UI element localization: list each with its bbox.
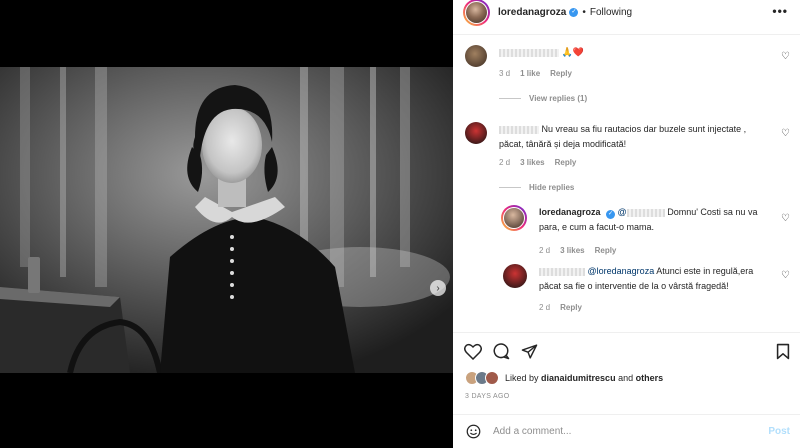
liked-by-label: Liked by bbox=[505, 373, 539, 383]
save-bookmark-icon[interactable] bbox=[773, 341, 793, 361]
reply-author-avatar[interactable] bbox=[501, 205, 527, 231]
likes-summary: Liked by dianaidumitrescu and others bbox=[465, 371, 663, 385]
author-avatar[interactable] bbox=[463, 0, 490, 26]
comment-likes[interactable]: 1 like bbox=[520, 69, 540, 78]
comment-bubble-icon[interactable] bbox=[491, 341, 511, 361]
reply-author-avatar[interactable] bbox=[503, 264, 527, 288]
comment-text: 🙏❤️ bbox=[499, 45, 769, 60]
comment-like-icon[interactable]: ♡ bbox=[781, 51, 790, 62]
post-header: loredanagroza ✓ • Following ••• bbox=[453, 0, 800, 26]
reply-mention[interactable]: @loredanagroza bbox=[588, 266, 655, 276]
comment-meta: 3 d 1 like Reply bbox=[499, 69, 572, 78]
commenter-avatar[interactable] bbox=[465, 45, 487, 67]
verified-badge-icon: ✓ bbox=[569, 8, 579, 17]
reply-like-icon[interactable]: ♡ bbox=[781, 213, 790, 224]
photo-illustration bbox=[0, 67, 453, 373]
liker-avatars[interactable] bbox=[465, 371, 499, 385]
reply-meta: 2 d Reply bbox=[539, 303, 582, 312]
carousel-next-icon[interactable]: › bbox=[430, 280, 446, 296]
commenter-username[interactable] bbox=[499, 48, 559, 57]
header-separator: • bbox=[582, 7, 586, 18]
reply-age: 2 d bbox=[539, 246, 551, 255]
reply-like-icon[interactable]: ♡ bbox=[781, 270, 790, 281]
reply-button[interactable]: Reply bbox=[595, 246, 617, 255]
liker-username[interactable]: dianaidumitrescu bbox=[541, 373, 616, 383]
reply-button[interactable]: Reply bbox=[555, 158, 577, 167]
reply-username[interactable]: loredanagroza bbox=[539, 207, 601, 217]
reply-likes[interactable]: 3 likes bbox=[560, 246, 584, 255]
post-photo[interactable]: › bbox=[0, 67, 453, 373]
reply-text: @loredanagroza Atunci este in regulă,era… bbox=[539, 266, 754, 291]
comment-meta: 2 d 3 likes Reply bbox=[499, 158, 576, 167]
commenter-username[interactable] bbox=[499, 125, 539, 134]
comment-age: 3 d bbox=[499, 69, 511, 78]
reply-meta: 2 d 3 likes Reply bbox=[539, 246, 616, 255]
comment-like-icon[interactable]: ♡ bbox=[781, 128, 790, 139]
post-comment-button[interactable]: Post bbox=[768, 426, 790, 437]
like-heart-icon[interactable] bbox=[463, 341, 483, 361]
reply-age: 2 d bbox=[539, 303, 551, 312]
commenter-avatar[interactable] bbox=[465, 122, 487, 144]
comment-age: 2 d bbox=[499, 158, 511, 167]
post-date[interactable]: 3 DAYS AGO bbox=[465, 393, 510, 400]
comment-input[interactable] bbox=[493, 426, 733, 437]
post-actions-bar bbox=[453, 333, 800, 373]
verified-badge-icon: ✓ bbox=[606, 210, 616, 219]
following-button[interactable]: Following bbox=[590, 7, 632, 18]
reply-text: loredanagroza ✓ @ Domnu' Costi sa nu va … bbox=[539, 207, 758, 232]
post-media-area: › bbox=[0, 0, 453, 448]
comments-list: 🙏❤️ ♡ 3 d 1 like Reply View replies (1) … bbox=[453, 35, 800, 332]
reply-button[interactable]: Reply bbox=[560, 303, 582, 312]
comment-text: Nu vreau sa fiu rautacios dar buzele sun… bbox=[499, 124, 747, 149]
reply-button[interactable]: Reply bbox=[550, 69, 572, 78]
hide-replies-button[interactable]: Hide replies bbox=[499, 183, 574, 192]
add-comment-bar: Post bbox=[453, 414, 800, 448]
reply-username[interactable] bbox=[539, 267, 585, 276]
more-options-icon[interactable]: ••• bbox=[772, 4, 788, 18]
likes-others-link[interactable]: others bbox=[636, 373, 664, 383]
likes-and-label: and bbox=[618, 373, 634, 383]
author-username[interactable]: loredanagroza bbox=[498, 7, 566, 18]
emoji-icon[interactable] bbox=[465, 424, 481, 440]
comment-likes[interactable]: 3 likes bbox=[520, 158, 544, 167]
view-replies-button[interactable]: View replies (1) bbox=[499, 94, 587, 103]
share-send-icon[interactable] bbox=[519, 341, 539, 361]
post-side-panel: loredanagroza ✓ • Following ••• 🙏❤️ ♡ 3 … bbox=[453, 0, 800, 448]
reply-mention[interactable]: @ bbox=[618, 207, 627, 217]
